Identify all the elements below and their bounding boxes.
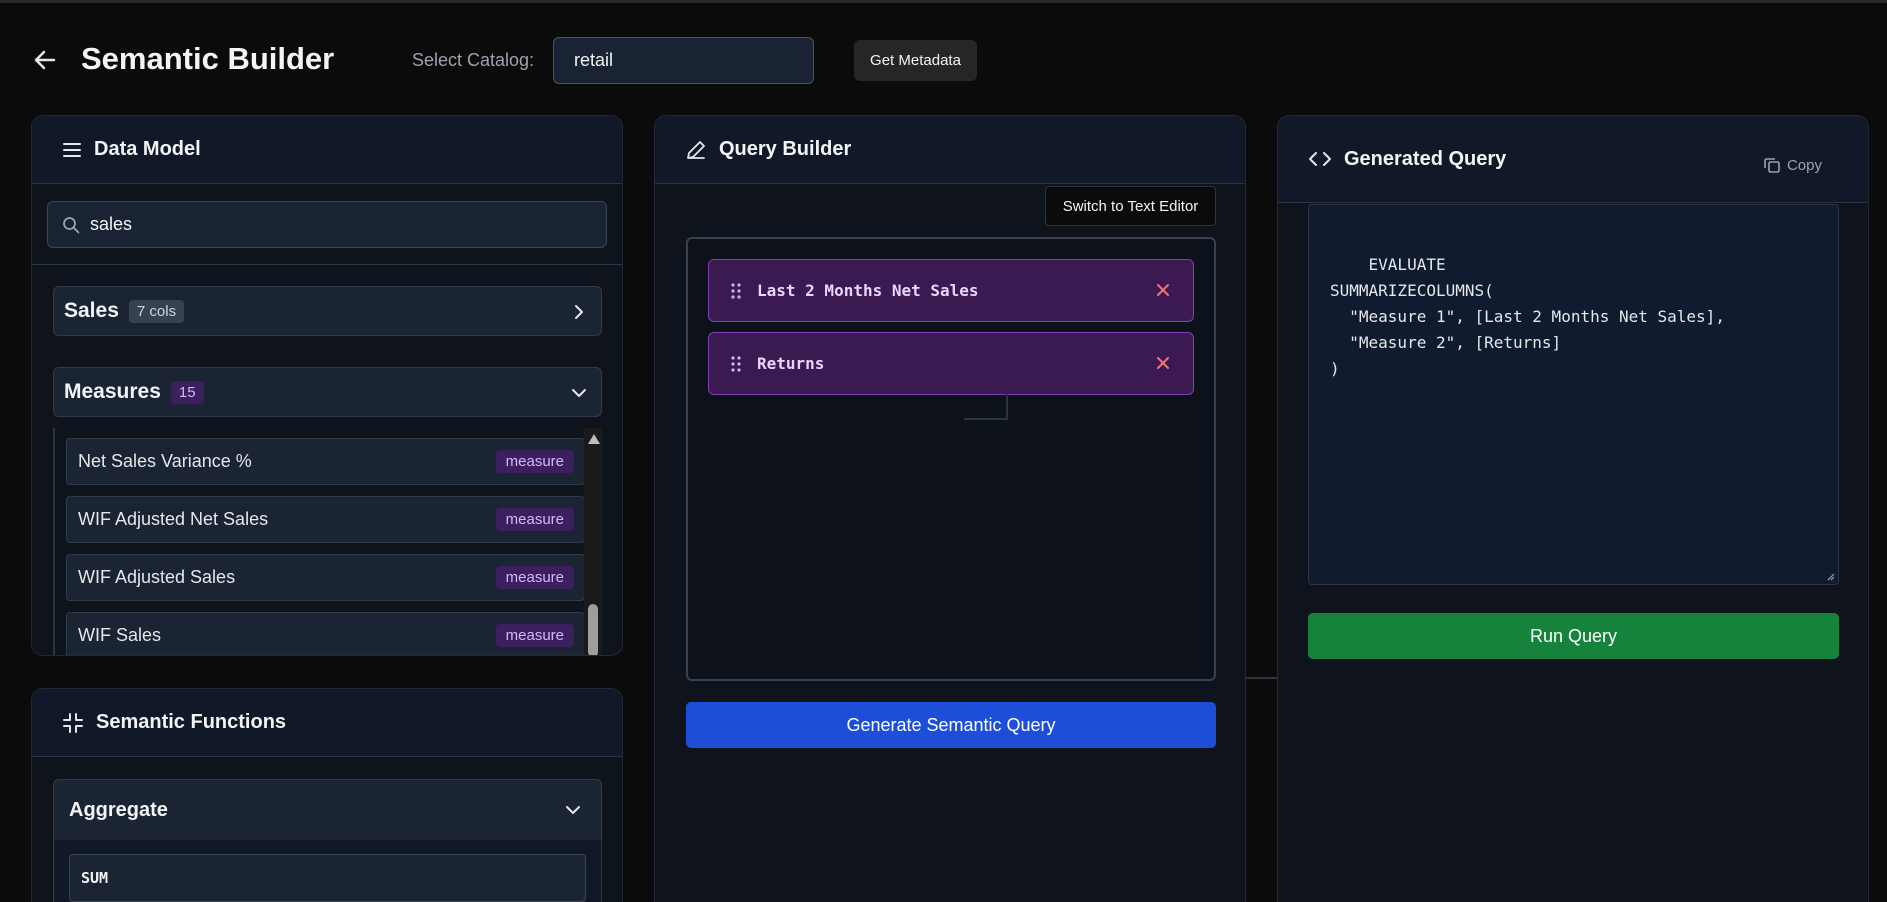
compress-icon — [63, 712, 83, 733]
query-builder-header: Query Builder — [655, 116, 1245, 184]
copy-label: Copy — [1786, 156, 1822, 174]
measure-name: WIF Adjusted Sales — [78, 567, 236, 587]
query-builder-panel: Query Builder Switch to Text Editor Last… — [654, 115, 1246, 902]
query-builder-title: Query Builder — [719, 138, 852, 160]
measure-name: Net Sales Variance % — [78, 451, 252, 471]
resize-handle-icon[interactable] — [1825, 571, 1835, 581]
code-icon — [1309, 152, 1331, 166]
data-model-panel: Data Model sales Sales 7 cols Measures 1… — [31, 115, 623, 656]
aggregate-body: SUM — [54, 840, 601, 902]
search-icon — [63, 216, 80, 233]
generated-query-panel: Generated Query Copy EVALUATE SUMMARIZEC… — [1277, 115, 1869, 902]
get-metadata-button[interactable]: Get Metadata — [854, 40, 977, 81]
group-name: Measures — [64, 380, 161, 403]
query-chip[interactable]: Last 2 Months Net Sales — [708, 259, 1194, 322]
group-measures[interactable]: Measures 15 — [53, 367, 602, 417]
data-model-title: Data Model — [94, 138, 201, 160]
function-item-sum[interactable]: SUM — [69, 854, 586, 902]
close-icon[interactable] — [1155, 355, 1171, 371]
measure-badge: measure — [495, 450, 574, 473]
data-model-header: Data Model — [32, 116, 622, 184]
page-title: Semantic Builder — [81, 41, 335, 76]
measure-name: WIF Adjusted Net Sales — [78, 509, 269, 529]
drag-handle-icon[interactable] — [731, 355, 741, 372]
measure-badge: measure — [495, 624, 574, 647]
group-name: Aggregate — [69, 798, 168, 821]
switch-to-text-editor-button[interactable]: Switch to Text Editor — [1045, 186, 1216, 226]
back-arrow-icon[interactable] — [32, 47, 58, 73]
drag-handle-icon[interactable] — [731, 282, 741, 299]
query-code: EVALUATE SUMMARIZECOLUMNS( "Measure 1", … — [1330, 255, 1725, 378]
measure-badge: measure — [495, 508, 574, 531]
close-icon[interactable] — [1155, 282, 1171, 298]
scroll-thumb[interactable] — [588, 604, 598, 655]
semantic-functions-panel: Semantic Functions Aggregate SUM — [31, 688, 623, 902]
copy-icon — [1764, 158, 1780, 173]
divider — [32, 264, 622, 265]
pencil-icon — [687, 140, 705, 159]
count-badge: 15 — [170, 380, 204, 404]
scroll-up-icon[interactable] — [588, 434, 600, 444]
measures-list: Net Sales Variance % measure WIF Adjuste… — [53, 428, 602, 655]
chevron-right-icon — [575, 305, 583, 319]
query-code-editor[interactable]: EVALUATE SUMMARIZECOLUMNS( "Measure 1", … — [1308, 204, 1839, 585]
measures-scrollbar[interactable] — [584, 428, 602, 655]
group-sales[interactable]: Sales 7 cols — [53, 286, 602, 336]
connector-line — [964, 394, 1008, 420]
chevron-down-icon — [566, 806, 580, 814]
group-name: Sales — [64, 299, 119, 322]
generated-query-title: Generated Query — [1344, 147, 1507, 170]
catalog-label: Select Catalog: — [412, 50, 535, 70]
query-chip[interactable]: Returns — [708, 332, 1194, 395]
chip-label: Last 2 Months Net Sales — [757, 281, 979, 300]
list-item[interactable]: Net Sales Variance % measure — [66, 438, 585, 485]
copy-button[interactable]: Copy — [1763, 156, 1822, 174]
group-aggregate: Aggregate SUM — [53, 779, 602, 902]
measure-badge: measure — [495, 566, 574, 589]
generate-semantic-query-button[interactable]: Generate Semantic Query — [686, 702, 1216, 748]
list-item[interactable]: WIF Adjusted Sales measure — [66, 554, 585, 601]
chevron-down-icon — [572, 389, 586, 397]
catalog-select[interactable]: retail — [553, 37, 814, 84]
chip-label: Returns — [757, 354, 825, 373]
query-drop-zone[interactable]: Last 2 Months Net Sales Returns — [686, 237, 1216, 681]
measure-name: WIF Sales — [78, 625, 162, 645]
run-query-button[interactable]: Run Query — [1308, 613, 1839, 659]
semantic-functions-header: Semantic Functions — [32, 689, 622, 757]
search-value: sales — [90, 214, 133, 234]
menu-icon — [63, 142, 81, 157]
list-item[interactable]: WIF Sales measure — [66, 612, 585, 655]
count-badge: 7 cols — [128, 299, 185, 323]
semantic-functions-title: Semantic Functions — [96, 711, 287, 733]
list-item[interactable]: WIF Adjusted Net Sales measure — [66, 496, 585, 543]
aggregate-header[interactable]: Aggregate — [54, 780, 601, 840]
search-input[interactable]: sales — [47, 201, 607, 248]
